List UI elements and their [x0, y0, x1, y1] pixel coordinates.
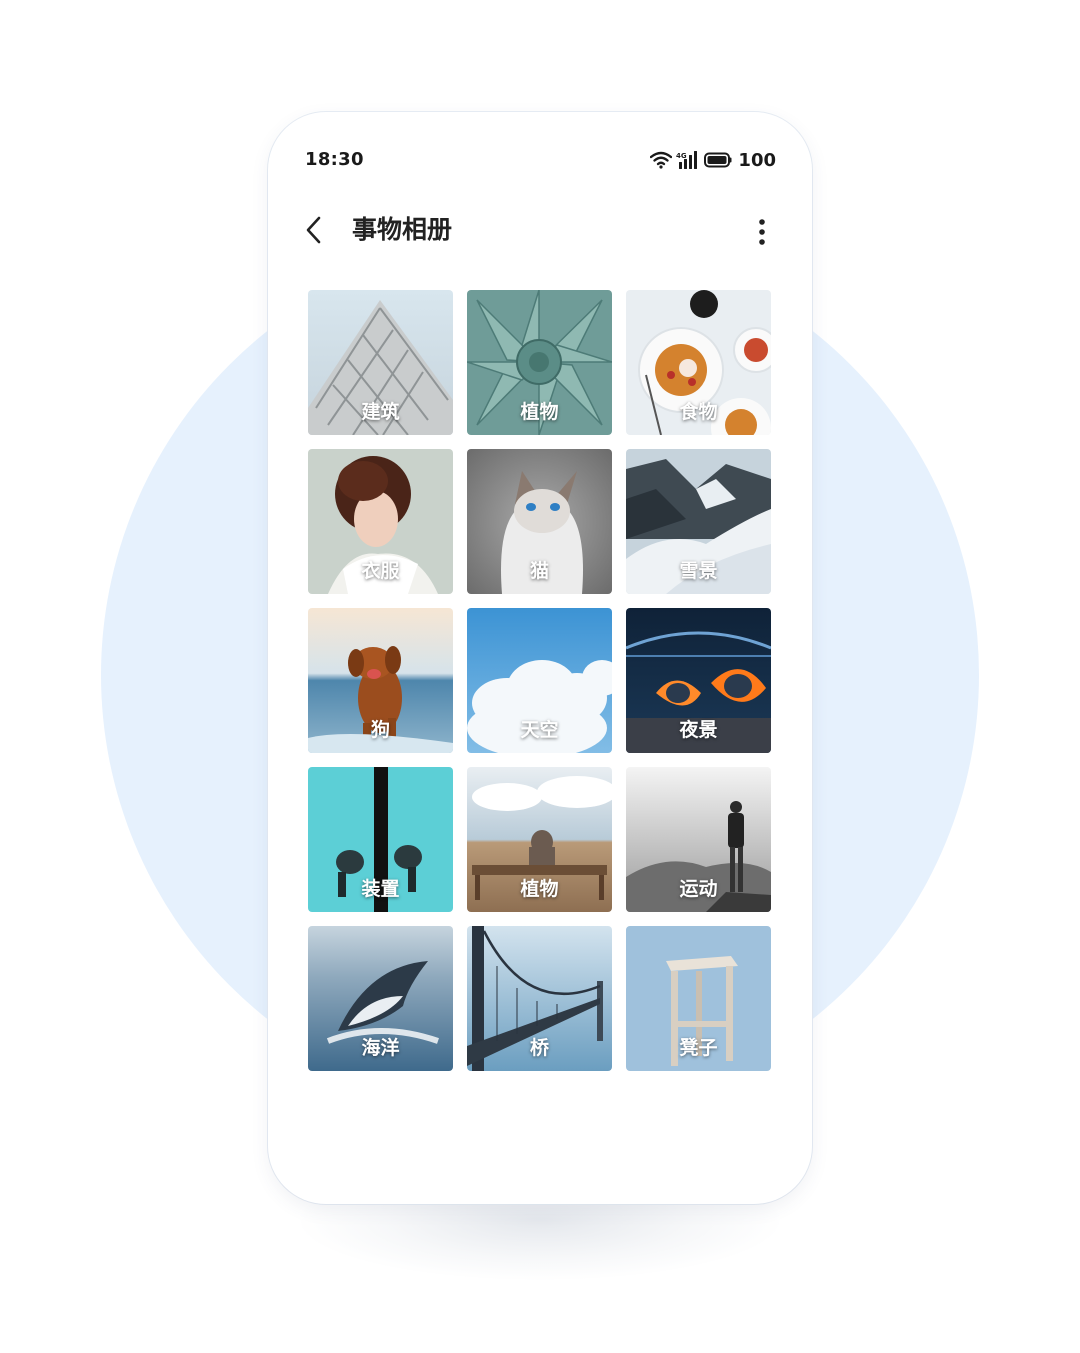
more-button[interactable]: [752, 212, 772, 252]
album-label: 凳子: [679, 1037, 718, 1059]
album-tile-stool[interactable]: 凳子: [626, 926, 771, 1071]
network-type-text: 4G: [676, 152, 687, 160]
signal-icon: 4G: [676, 150, 700, 170]
album-tile-building[interactable]: 建筑: [308, 290, 453, 435]
album-label: 衣服: [361, 560, 400, 582]
album-label: 植物: [520, 401, 559, 423]
album-tile-clothes[interactable]: 衣服: [308, 449, 453, 594]
album-tile-sport[interactable]: 运动: [626, 767, 771, 912]
app-bar: 事物相册: [268, 208, 812, 256]
album-label: 狗: [370, 719, 390, 741]
battery-icon: [704, 152, 732, 168]
album-label: 植物: [520, 878, 559, 900]
phone-frame: 18:30 4G 100 事物相册 建筑 植物 食物 衣服 猫 雪景 狗 天空 …: [268, 112, 812, 1204]
album-label: 桥: [529, 1037, 549, 1059]
album-tile-snow[interactable]: 雪景: [626, 449, 771, 594]
status-bar: 18:30 4G 100: [268, 112, 812, 208]
wifi-icon: [650, 151, 673, 169]
status-icons: 4G 100: [650, 149, 776, 171]
album-label: 海洋: [361, 1037, 400, 1059]
more-vertical-icon: [759, 219, 765, 245]
page-title: 事物相册: [352, 215, 453, 244]
album-tile-bridge[interactable]: 桥: [467, 926, 612, 1071]
album-label: 食物: [679, 401, 718, 423]
album-label: 雪景: [679, 560, 718, 582]
album-tile-cat[interactable]: 猫: [467, 449, 612, 594]
album-tile-dog[interactable]: 狗: [308, 608, 453, 753]
battery-level: 100: [738, 149, 776, 171]
album-label: 夜景: [679, 719, 718, 741]
album-label: 建筑: [361, 401, 400, 423]
album-tile-sky[interactable]: 天空: [467, 608, 612, 753]
chevron-left-icon: [306, 216, 321, 244]
album-tile-night[interactable]: 夜景: [626, 608, 771, 753]
stage: 18:30 4G 100 事物相册 建筑 植物 食物 衣服 猫 雪景 狗 天空 …: [0, 0, 1080, 1353]
album-tile-food[interactable]: 食物: [626, 290, 771, 435]
album-tile-plant-bench[interactable]: 植物: [467, 767, 612, 912]
album-label: 运动: [679, 878, 718, 900]
album-label: 装置: [361, 878, 400, 900]
album-tile-plant[interactable]: 植物: [467, 290, 612, 435]
back-button[interactable]: [298, 210, 330, 250]
status-time: 18:30: [305, 149, 364, 170]
album-label: 猫: [529, 560, 549, 582]
album-tile-installation[interactable]: 装置: [308, 767, 453, 912]
album-label: 天空: [520, 719, 559, 741]
album-tile-ocean[interactable]: 海洋: [308, 926, 453, 1071]
